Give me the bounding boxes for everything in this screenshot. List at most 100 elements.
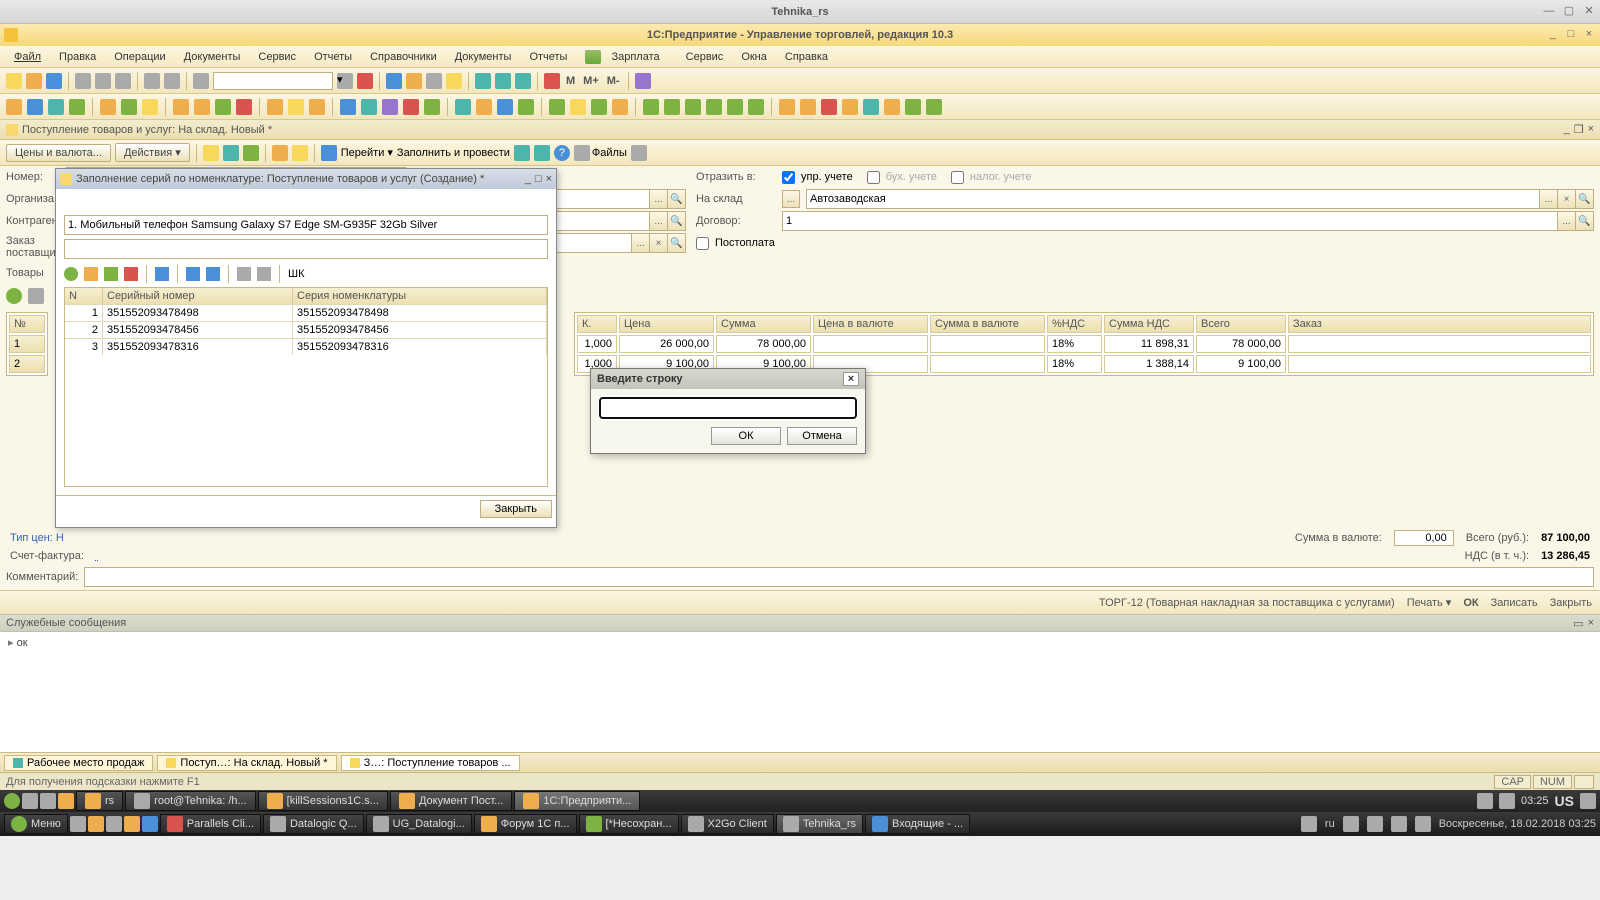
nalog-checkbox[interactable] bbox=[951, 171, 964, 184]
help-icon[interactable]: ? bbox=[554, 145, 570, 161]
open-icon[interactable]: 🔍 bbox=[1575, 190, 1593, 208]
minimize-icon[interactable]: _ bbox=[1564, 123, 1570, 136]
actions-button[interactable]: Действия ▾ bbox=[115, 143, 190, 162]
tb-icon[interactable] bbox=[706, 99, 722, 115]
tb-icon[interactable] bbox=[476, 99, 492, 115]
redo-icon[interactable] bbox=[164, 73, 180, 89]
find-again-icon[interactable] bbox=[631, 145, 647, 161]
more-icon[interactable] bbox=[28, 288, 44, 304]
menu-windows[interactable]: Окна bbox=[733, 49, 775, 65]
schet-link[interactable] bbox=[96, 550, 1453, 562]
open-icon[interactable]: 🔍 bbox=[667, 190, 685, 208]
close-icon[interactable]: ✕ bbox=[1582, 5, 1596, 19]
clock[interactable]: 03:25 bbox=[1521, 795, 1549, 807]
tb-icon[interactable] bbox=[292, 145, 308, 161]
tb-icon[interactable] bbox=[194, 99, 210, 115]
cut-icon[interactable] bbox=[75, 73, 91, 89]
print-button[interactable]: Печать ▾ bbox=[1407, 596, 1452, 609]
restore-icon[interactable]: ❐ bbox=[1574, 123, 1584, 136]
select-icon[interactable]: ... bbox=[649, 190, 667, 208]
open-icon[interactable] bbox=[26, 73, 42, 89]
close-button[interactable]: Закрыть bbox=[480, 500, 552, 518]
menu-service[interactable]: Сервис bbox=[250, 49, 304, 65]
tb-icon[interactable] bbox=[382, 99, 398, 115]
tb-icon[interactable] bbox=[643, 99, 659, 115]
search-input[interactable] bbox=[213, 72, 333, 90]
search-go-icon[interactable]: ▾ bbox=[337, 73, 353, 89]
menu-spravochniki[interactable]: Справочники bbox=[362, 49, 445, 65]
copy-icon[interactable] bbox=[84, 267, 98, 281]
movedown-icon[interactable] bbox=[206, 267, 220, 281]
bluetooth-icon[interactable] bbox=[1415, 816, 1431, 832]
tb-icon[interactable] bbox=[69, 99, 85, 115]
maximize-icon[interactable]: □ bbox=[535, 173, 542, 185]
menu-reports[interactable]: Отчеты bbox=[306, 49, 360, 65]
goods-tab[interactable]: Товары bbox=[6, 267, 44, 279]
minimize-icon[interactable]: _ bbox=[525, 173, 531, 185]
menu-edit[interactable]: Правка bbox=[51, 49, 104, 65]
app-icon[interactable] bbox=[58, 793, 74, 809]
clear-icon[interactable]: × bbox=[649, 234, 667, 252]
tb-icon[interactable] bbox=[121, 99, 137, 115]
tb-icon[interactable] bbox=[842, 99, 858, 115]
refresh-icon[interactable] bbox=[243, 145, 259, 161]
taskbar-item[interactable]: [killSessions1C.s... bbox=[258, 791, 388, 811]
tb-icon[interactable] bbox=[591, 99, 607, 115]
tb-icon[interactable] bbox=[534, 145, 550, 161]
tb-icon[interactable] bbox=[821, 99, 837, 115]
taskbar-item[interactable]: rs bbox=[76, 791, 123, 811]
mem-mminus[interactable]: M- bbox=[605, 75, 622, 87]
tb-icon[interactable] bbox=[779, 99, 795, 115]
files-icon[interactable] bbox=[88, 816, 104, 832]
tab-postup[interactable]: Поступ…: На склад. Новый * bbox=[157, 755, 336, 771]
tb-icon[interactable] bbox=[142, 99, 158, 115]
brush-icon[interactable] bbox=[635, 73, 651, 89]
tb-icon[interactable] bbox=[236, 99, 252, 115]
table-row[interactable]: 2351552093478456351552093478456 bbox=[65, 321, 547, 338]
clear-icon[interactable]: × bbox=[1557, 190, 1575, 208]
menu-salary[interactable]: Зарплата bbox=[577, 47, 675, 67]
find-icon[interactable] bbox=[193, 73, 209, 89]
tb-icon[interactable] bbox=[549, 99, 565, 115]
menu-documents[interactable]: Документы bbox=[176, 49, 249, 65]
open-icon[interactable]: 🔍 bbox=[1575, 212, 1593, 230]
fill-post-button[interactable]: Заполнить и провести bbox=[397, 147, 510, 159]
save-icon[interactable] bbox=[46, 73, 62, 89]
copy-icon[interactable] bbox=[95, 73, 111, 89]
pin-icon[interactable]: ▭ bbox=[1573, 617, 1583, 630]
clock-icon[interactable] bbox=[426, 73, 442, 89]
tb-icon[interactable] bbox=[6, 99, 22, 115]
tb-icon[interactable] bbox=[48, 99, 64, 115]
menu-file[interactable]: Файл bbox=[6, 49, 49, 65]
task-item[interactable]: X2Go Client bbox=[681, 814, 774, 834]
tb-icon[interactable] bbox=[173, 99, 189, 115]
tb-icon[interactable] bbox=[340, 99, 356, 115]
task-item[interactable]: [*Несохран... bbox=[579, 814, 679, 834]
table-row[interactable]: 1351552093478498351552093478498 bbox=[65, 304, 547, 321]
kbd-layout[interactable]: US bbox=[1555, 793, 1574, 809]
tb-icon[interactable] bbox=[100, 99, 116, 115]
dialog-titlebar[interactable]: Заполнение серий по номенклатуре: Поступ… bbox=[56, 169, 556, 189]
clock-date[interactable]: Воскресенье, 18.02.2018 03:25 bbox=[1439, 818, 1596, 830]
tb-icon[interactable] bbox=[361, 99, 377, 115]
task-item[interactable]: Форум 1С п... bbox=[474, 814, 577, 834]
select-icon[interactable]: ... bbox=[1557, 212, 1575, 230]
document-tab-title[interactable]: Поступление товаров и услуг: На склад. Н… bbox=[22, 124, 272, 136]
sortdesc-icon[interactable] bbox=[257, 267, 271, 281]
taskbar-item[interactable]: Документ Пост... bbox=[390, 791, 512, 811]
tb-icon[interactable] bbox=[664, 99, 680, 115]
table-row[interactable]: 3351552093478316351552093478316 bbox=[65, 338, 547, 355]
minimize-icon[interactable]: _ bbox=[1546, 28, 1560, 42]
menu-help[interactable]: Справка bbox=[777, 49, 836, 65]
battery-icon[interactable] bbox=[1391, 816, 1407, 832]
network-icon[interactable] bbox=[1499, 793, 1515, 809]
tb-icon[interactable] bbox=[288, 99, 304, 115]
tb-icon[interactable] bbox=[27, 99, 43, 115]
menu-operations[interactable]: Операции bbox=[106, 49, 173, 65]
user-icon[interactable] bbox=[544, 73, 560, 89]
terminal-icon[interactable] bbox=[106, 816, 122, 832]
files-button[interactable]: Файлы bbox=[574, 145, 627, 161]
volume-icon[interactable] bbox=[1367, 816, 1383, 832]
task-item[interactable]: Входящие - ... bbox=[865, 814, 970, 834]
tb-icon[interactable] bbox=[926, 99, 942, 115]
